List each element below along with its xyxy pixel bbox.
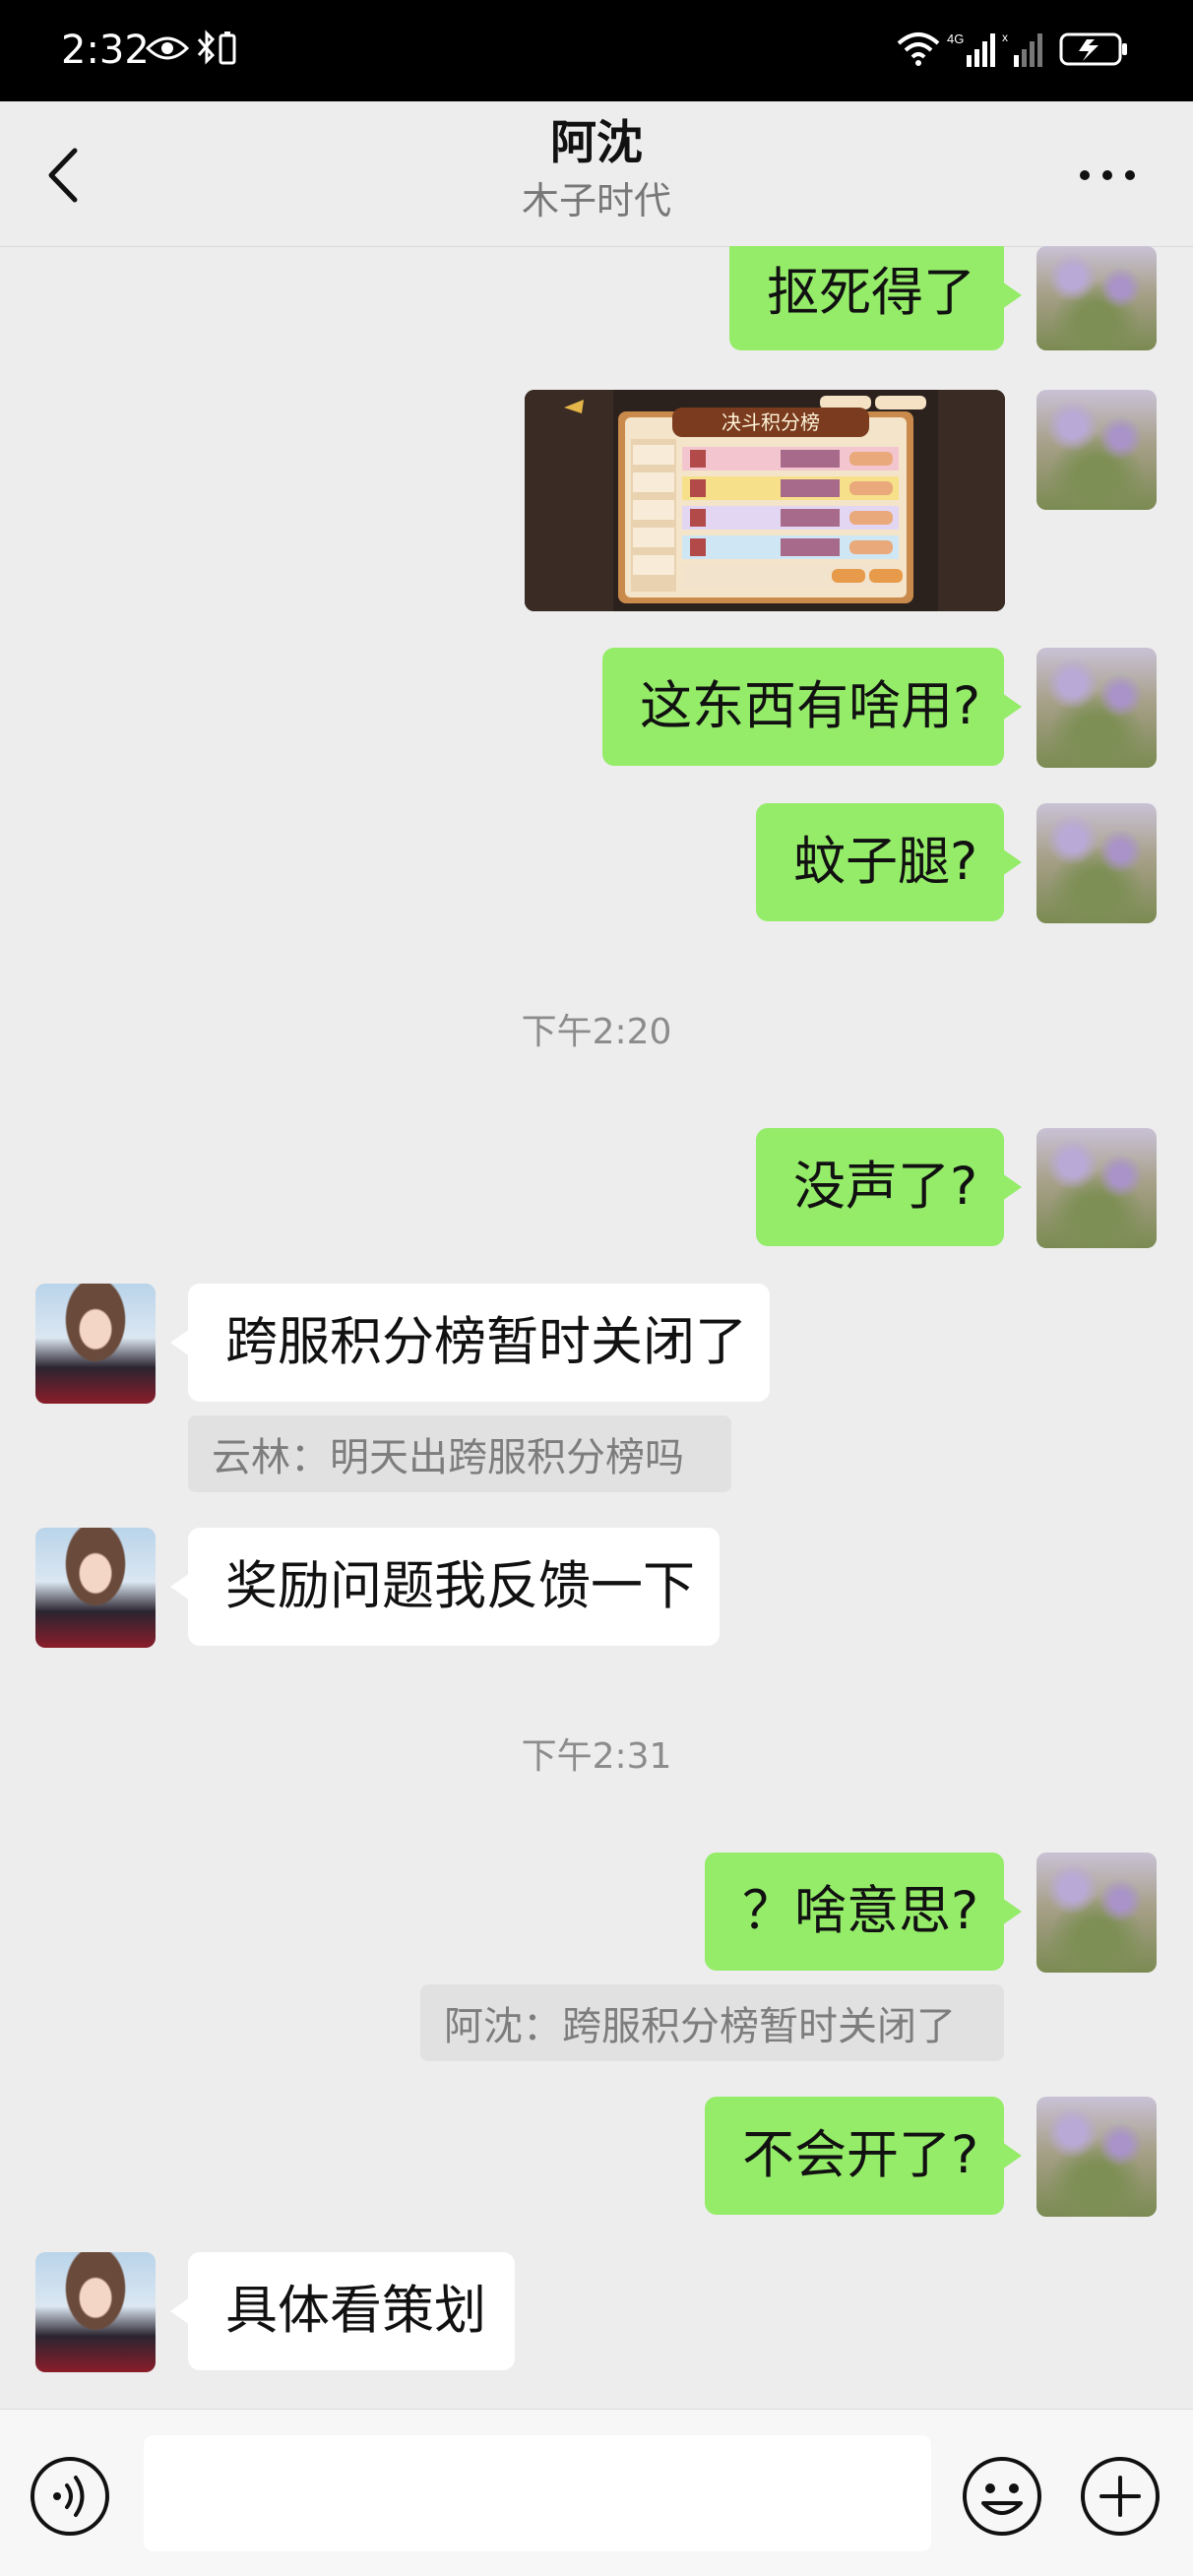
message-text: 抠死得了 — [767, 263, 975, 323]
my-message-bubble[interactable]: 不会开了? — [705, 2097, 1022, 2215]
message-text: 奖励问题我反馈一下 — [225, 1556, 695, 1616]
chat-title: 阿沈 — [550, 116, 643, 170]
chat-subtitle: 木子时代 — [521, 179, 671, 222]
message-input[interactable] — [144, 2435, 931, 2551]
contact-avatar[interactable] — [35, 1284, 156, 1404]
quoted-message[interactable]: 阿沈：跨服积分榜暂时关闭了 — [420, 1984, 1004, 2061]
quote-text: 云林：明天出跨服积分榜吗 — [212, 1435, 684, 1480]
message-text: 没声了? — [793, 1157, 978, 1217]
timestamp: 下午2:20 — [521, 1012, 672, 1052]
status-bar: 2:32 4G x — [0, 0, 1193, 101]
message-text: 跨服积分榜暂时关闭了 — [225, 1312, 747, 1372]
signal-icon: 4G — [947, 30, 996, 73]
plus-icon[interactable] — [1078, 2454, 1162, 2543]
my-message-bubble[interactable]: ？啥意思? — [705, 1853, 1022, 1971]
game-screenshot-image[interactable]: 决斗积分榜 — [525, 390, 1005, 611]
my-avatar[interactable] — [1036, 246, 1157, 350]
my-message-bubble[interactable]: 抠死得了 — [729, 246, 1022, 350]
input-bar — [0, 2409, 1193, 2576]
message-text: 具体看策划 — [225, 2281, 486, 2341]
signal-icon-secondary: x — [1002, 30, 1051, 73]
my-avatar[interactable] — [1036, 390, 1157, 510]
contact-message-bubble[interactable]: 具体看策划 — [170, 2252, 515, 2370]
my-avatar[interactable] — [1036, 1128, 1157, 1248]
my-avatar[interactable] — [1036, 648, 1157, 768]
contact-avatar[interactable] — [35, 2252, 156, 2372]
timestamp: 下午2:31 — [521, 1736, 672, 1777]
my-avatar[interactable] — [1036, 1853, 1157, 1973]
chat-messages[interactable]: 抠死得了 决斗积分榜 这东西有啥用? 蚊子腿? 下午2:20 没声了? 跨服积分… — [0, 246, 1193, 2409]
bluetooth-battery-icon — [195, 30, 240, 71]
eye-icon — [145, 33, 190, 67]
wifi-icon — [896, 30, 941, 71]
my-message-bubble[interactable]: 这东西有啥用? — [602, 648, 1022, 766]
screenshot-title: 决斗积分榜 — [722, 410, 820, 434]
battery-icon — [1059, 31, 1130, 71]
svg-text:4G: 4G — [947, 31, 964, 46]
quote-text: 阿沈：跨服积分榜暂时关闭了 — [444, 2004, 956, 2049]
my-avatar[interactable] — [1036, 803, 1157, 923]
contact-message-bubble[interactable]: 奖励问题我反馈一下 — [170, 1528, 720, 1646]
my-avatar[interactable] — [1036, 2097, 1157, 2217]
message-text: ？啥意思? — [742, 1881, 979, 1941]
status-time: 2:32 — [61, 28, 150, 73]
my-message-bubble[interactable]: 蚊子腿? — [756, 803, 1022, 921]
message-text: 这东西有啥用? — [640, 676, 981, 736]
chat-header: 阿沈 木子时代 — [0, 101, 1193, 247]
svg-text:x: x — [1002, 31, 1008, 44]
message-text: 蚊子腿? — [793, 832, 978, 892]
my-message-bubble[interactable]: 没声了? — [756, 1128, 1022, 1246]
more-options-button[interactable] — [1073, 156, 1142, 195]
emoji-icon[interactable] — [960, 2454, 1044, 2543]
voice-icon[interactable] — [28, 2454, 112, 2543]
contact-message-bubble[interactable]: 跨服积分榜暂时关闭了 — [170, 1284, 770, 1402]
message-text: 不会开了? — [742, 2125, 979, 2185]
quoted-message[interactable]: 云林：明天出跨服积分榜吗 — [188, 1415, 731, 1492]
contact-avatar[interactable] — [35, 1528, 156, 1648]
